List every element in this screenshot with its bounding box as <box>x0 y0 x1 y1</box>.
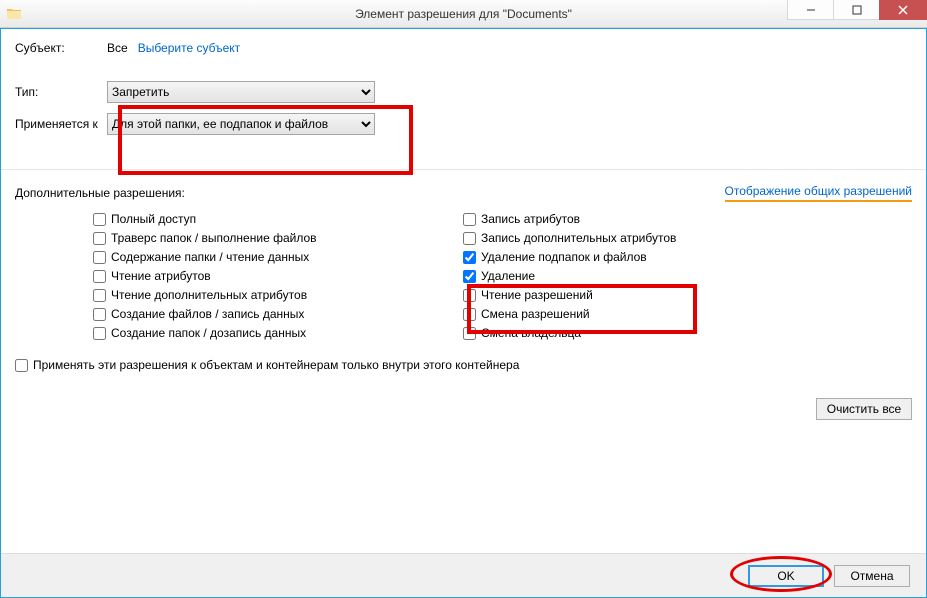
permission-checkbox[interactable] <box>93 327 106 340</box>
permission-checkbox[interactable] <box>463 270 476 283</box>
permission-checkbox[interactable] <box>93 251 106 264</box>
permissions-grid: Полный доступ Траверс папок / выполнение … <box>15 212 912 340</box>
permission-label: Чтение дополнительных атрибутов <box>111 288 307 302</box>
permission-item: Создание папок / дозапись данных <box>93 326 463 340</box>
permission-checkbox[interactable] <box>463 213 476 226</box>
permission-item: Полный доступ <box>93 212 463 226</box>
folder-icon <box>6 6 22 22</box>
maximize-button[interactable] <box>833 0 879 20</box>
only-within-checkbox[interactable] <box>15 359 28 372</box>
permission-label: Удаление подпапок и файлов <box>481 250 647 264</box>
permission-item: Чтение разрешений <box>463 288 833 302</box>
ok-button[interactable]: OK <box>748 565 824 587</box>
advanced-permissions-label: Дополнительные разрешения: <box>15 186 185 200</box>
client-area: Субъект: Все Выберите субъект Тип: Запре… <box>0 28 927 598</box>
type-select[interactable]: Запретить <box>107 81 375 103</box>
permission-item: Чтение дополнительных атрибутов <box>93 288 463 302</box>
permission-label: Запись атрибутов <box>481 212 580 226</box>
permission-label: Чтение атрибутов <box>111 269 211 283</box>
permission-checkbox[interactable] <box>93 270 106 283</box>
permission-label: Запись дополнительных атрибутов <box>481 231 676 245</box>
permission-checkbox[interactable] <box>463 327 476 340</box>
permission-label: Полный доступ <box>111 212 196 226</box>
subject-label: Субъект: <box>15 41 107 55</box>
applies-to-row: Применяется к Для этой папки, ее подпапо… <box>15 113 912 135</box>
permission-checkbox[interactable] <box>463 232 476 245</box>
permission-label: Создание файлов / запись данных <box>111 307 304 321</box>
window-title: Элемент разрешения для "Documents" <box>355 7 572 21</box>
permission-label: Содержание папки / чтение данных <box>111 250 309 264</box>
divider <box>1 169 926 170</box>
permission-checkbox[interactable] <box>463 251 476 264</box>
permission-item: Смена разрешений <box>463 307 833 321</box>
applies-to-select[interactable]: Для этой папки, ее подпапок и файлов <box>107 113 375 135</box>
close-button[interactable] <box>879 0 927 20</box>
permission-item: Создание файлов / запись данных <box>93 307 463 321</box>
permission-label: Чтение разрешений <box>481 288 593 302</box>
select-subject-link[interactable]: Выберите субъект <box>138 41 240 55</box>
permission-item: Траверс папок / выполнение файлов <box>93 231 463 245</box>
permission-label: Траверс папок / выполнение файлов <box>111 231 317 245</box>
footer: OK Отмена <box>1 553 926 597</box>
permission-checkbox[interactable] <box>463 289 476 302</box>
only-within-row: Применять эти разрешения к объектам и ко… <box>15 358 912 372</box>
permission-item: Удаление <box>463 269 833 283</box>
type-row: Тип: Запретить <box>15 81 912 103</box>
titlebar: Элемент разрешения для "Documents" <box>0 0 927 28</box>
subject-value: Все <box>107 41 128 55</box>
permissions-column-right: Запись атрибутов Запись дополнительных ат… <box>463 212 833 340</box>
permission-checkbox[interactable] <box>93 289 106 302</box>
only-within-label: Применять эти разрешения к объектам и ко… <box>33 358 519 372</box>
permission-item: Чтение атрибутов <box>93 269 463 283</box>
permission-label: Удаление <box>481 269 535 283</box>
permission-label: Смена разрешений <box>481 307 590 321</box>
permission-item: Смена владельца <box>463 326 833 340</box>
permission-checkbox[interactable] <box>93 213 106 226</box>
applies-to-label: Применяется к <box>15 117 107 131</box>
permission-item: Запись атрибутов <box>463 212 833 226</box>
clear-all-button[interactable]: Очистить все <box>816 398 912 420</box>
permission-item: Запись дополнительных атрибутов <box>463 231 833 245</box>
permission-checkbox[interactable] <box>93 232 106 245</box>
cancel-button[interactable]: Отмена <box>834 565 910 587</box>
permission-checkbox[interactable] <box>463 308 476 321</box>
advanced-header: Дополнительные разрешения: Отображение о… <box>15 184 912 202</box>
permission-label: Смена владельца <box>481 326 581 340</box>
show-basic-permissions-link[interactable]: Отображение общих разрешений <box>725 184 912 202</box>
permission-label: Создание папок / дозапись данных <box>111 326 306 340</box>
permission-item: Удаление подпапок и файлов <box>463 250 833 264</box>
permission-checkbox[interactable] <box>93 308 106 321</box>
window-controls <box>787 0 927 27</box>
permission-item: Содержание папки / чтение данных <box>93 250 463 264</box>
content-panel: Субъект: Все Выберите субъект Тип: Запре… <box>1 29 926 553</box>
minimize-button[interactable] <box>787 0 833 20</box>
type-label: Тип: <box>15 85 107 99</box>
subject-row: Субъект: Все Выберите субъект <box>15 41 912 55</box>
permissions-column-left: Полный доступ Траверс папок / выполнение … <box>93 212 463 340</box>
